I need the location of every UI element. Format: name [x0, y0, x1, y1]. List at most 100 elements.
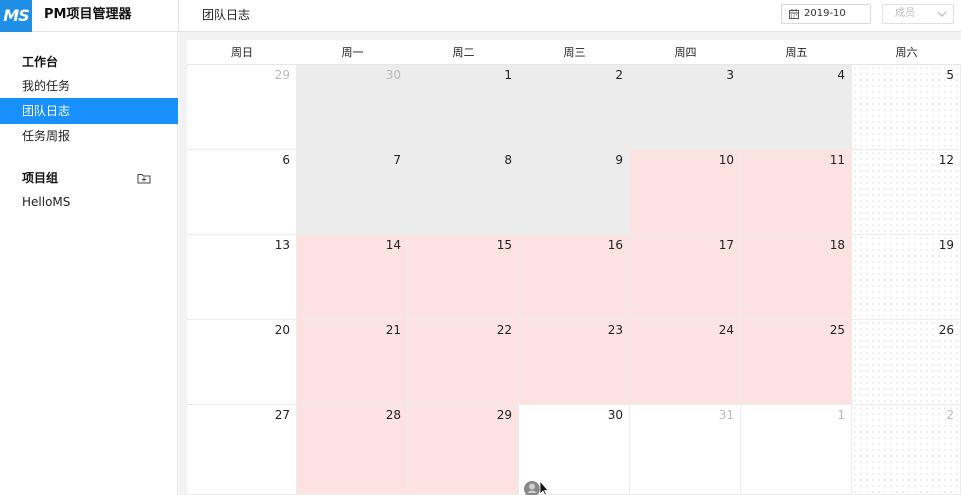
day-number: 15 [496, 238, 512, 252]
project-group-heading: 项目组 [22, 171, 59, 185]
day-number: 6 [282, 153, 290, 167]
calendar-day-cell[interactable]: 14 [297, 235, 408, 320]
day-number: 9 [615, 153, 623, 167]
calendar-day-cell[interactable]: 11 [741, 150, 852, 235]
day-number: 27 [274, 408, 290, 422]
day-number: 2 [615, 68, 623, 82]
calendar-day-cell[interactable]: 12 [852, 150, 961, 235]
day-number: 24 [718, 323, 734, 337]
weekday-label: 周日 [231, 46, 253, 59]
weekday-label: 周二 [452, 46, 475, 59]
calendar-day-cell[interactable]: 6 [187, 150, 297, 235]
day-number: 1 [837, 408, 845, 422]
weekday-label: 周一 [341, 46, 364, 59]
calendar-day-cell[interactable]: 23 [519, 320, 630, 405]
member-select[interactable]: 成员 [882, 4, 954, 24]
top-bar: MS PM项目管理器 团队日志 2019-10 成员 [0, 0, 961, 32]
weekday-label: 周五 [785, 46, 808, 59]
sidebar-item-project-helloms[interactable]: HelloMS [0, 189, 178, 215]
calendar-day-cell[interactable]: 10 [630, 150, 741, 235]
calendar-day-cell[interactable]: 13 [187, 235, 297, 320]
calendar-day-cell[interactable]: 29 [408, 405, 519, 495]
calendar-day-cell[interactable]: 18 [741, 235, 852, 320]
day-number: 16 [607, 238, 623, 252]
add-folder-icon[interactable] [137, 172, 151, 184]
day-number: 11 [829, 153, 845, 167]
day-number: 22 [496, 323, 512, 337]
month-picker[interactable]: 2019-10 [781, 4, 871, 24]
calendar-day-cell[interactable]: 4 [741, 65, 852, 150]
day-number: 29 [496, 408, 512, 422]
weekday-label: 周四 [674, 46, 697, 59]
day-number: 13 [274, 238, 290, 252]
day-number: 30 [385, 68, 401, 82]
day-number: 29 [274, 68, 290, 82]
calendar-day-cell[interactable]: 2 [519, 65, 630, 150]
calendar-day-cell[interactable]: 28 [297, 405, 408, 495]
sidebar-item-my-tasks[interactable]: 我的任务 [0, 73, 178, 99]
calendar-day-cell[interactable]: 1 [408, 65, 519, 150]
day-number: 31 [718, 408, 734, 422]
workspace-heading: 工作台 [22, 55, 59, 69]
app-root: MS PM项目管理器 团队日志 2019-10 成员 工作台 我的任务 团队日志 [0, 0, 961, 495]
calendar-day-cell[interactable]: 26 [852, 320, 961, 405]
day-number: 18 [829, 238, 845, 252]
weekday-header: 周日 周一 周二 周三 周四 周五 周六 [187, 40, 961, 65]
day-number: 20 [274, 323, 290, 337]
day-number: 3 [726, 68, 734, 82]
day-number: 23 [607, 323, 623, 337]
weekday-label: 周三 [563, 46, 586, 59]
calendar-day-cell[interactable]: 1 [741, 405, 852, 495]
calendar-day-cell[interactable]: 7 [297, 150, 408, 235]
calendar-day-cell[interactable]: 27 [187, 405, 297, 495]
day-number: 12 [938, 153, 954, 167]
calendar-day-cell[interactable]: 24 [630, 320, 741, 405]
sidebar-item-team-log[interactable]: 团队日志 [0, 98, 178, 124]
day-number: 1 [504, 68, 512, 82]
weekday-label: 周六 [895, 46, 918, 59]
chevron-down-icon [937, 11, 947, 17]
calendar-day-cell[interactable]: 15 [408, 235, 519, 320]
calendar-day-cell[interactable]: 8 [408, 150, 519, 235]
day-number: 19 [938, 238, 954, 252]
month-picker-value: 2019-10 [804, 8, 846, 19]
member-select-placeholder: 成员 [895, 8, 915, 19]
day-number: 2 [946, 408, 954, 422]
cursor-with-avatar-icon [524, 480, 549, 495]
day-number: 4 [837, 68, 845, 82]
calendar-day-cell[interactable]: 31 [630, 405, 741, 495]
calendar-day-cell[interactable]: 22 [408, 320, 519, 405]
calendar-day-cell[interactable]: 17 [630, 235, 741, 320]
day-number: 14 [385, 238, 401, 252]
calendar-icon [789, 9, 799, 19]
app-title: PM项目管理器 [44, 7, 132, 22]
calendar-container: 周日 周一 周二 周三 周四 周五 周六 29 30 1 2 3 4 5 6 7 8 9 10 11 12 13 14 15… [179, 32, 961, 495]
month-calendar: 周日 周一 周二 周三 周四 周五 周六 29 30 1 2 3 4 5 6 7 8 9 10 11 12 13 14 15… [187, 40, 961, 495]
day-number: 25 [829, 323, 845, 337]
sidebar: 工作台 我的任务 团队日志 任务周报 项目组 HelloMS [0, 32, 178, 495]
calendar-day-cell[interactable]: 16 [519, 235, 630, 320]
day-number: 17 [718, 238, 734, 252]
calendar-day-cell[interactable]: 9 [519, 150, 630, 235]
day-number: 30 [607, 408, 623, 422]
day-number: 26 [938, 323, 954, 337]
calendar-day-cell[interactable]: 2 [852, 405, 961, 495]
app-logo[interactable]: MS [0, 0, 32, 32]
day-number: 28 [385, 408, 401, 422]
page-title: 团队日志 [202, 8, 251, 22]
header-divider [178, 0, 179, 32]
calendar-day-cell[interactable]: 29 [187, 65, 297, 150]
calendar-day-cell[interactable]: 21 [297, 320, 408, 405]
day-number: 5 [946, 68, 954, 82]
sidebar-item-weekly-report[interactable]: 任务周报 [0, 123, 178, 149]
day-number: 8 [504, 153, 512, 167]
calendar-day-cell[interactable]: 3 [630, 65, 741, 150]
calendar-day-cell[interactable]: 19 [852, 235, 961, 320]
day-number: 21 [385, 323, 401, 337]
day-number: 7 [393, 153, 401, 167]
calendar-day-cell[interactable]: 5 [852, 65, 961, 150]
calendar-day-cell[interactable]: 30 [297, 65, 408, 150]
calendar-day-cell[interactable]: 25 [741, 320, 852, 405]
calendar-day-cell[interactable]: 20 [187, 320, 297, 405]
day-number: 10 [718, 153, 734, 167]
